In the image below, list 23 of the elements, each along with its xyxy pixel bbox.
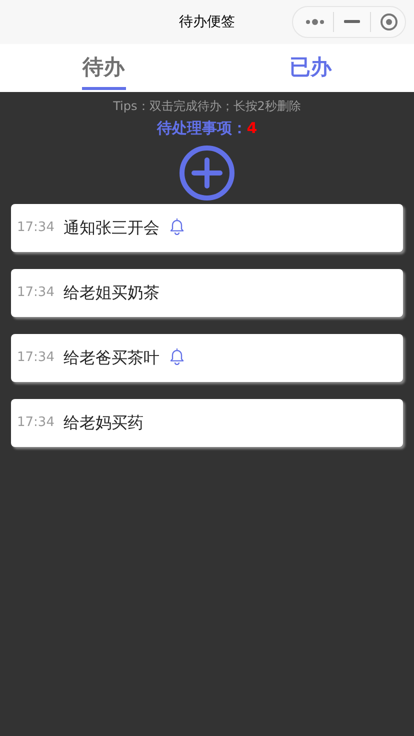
todo-card[interactable]: 17:34 给老爸买茶叶 [11, 334, 403, 382]
todo-card[interactable]: 17:34 给老妈买药 [11, 398, 403, 446]
tips-text: Tips：双击完成待办；长按2秒删除 [113, 98, 301, 115]
todo-text: 给老姐买奶茶 [63, 282, 160, 304]
todo-card[interactable]: 17:34 通知张三开会 [11, 204, 403, 252]
window-title: 待办便签 [179, 12, 235, 32]
tab[interactable]: 待办 [0, 44, 207, 92]
todo-time: 17:34 [17, 348, 54, 367]
minimize-icon[interactable] [344, 20, 360, 24]
todo-time: 17:34 [17, 218, 54, 237]
more-icon[interactable] [305, 19, 325, 25]
close-icon[interactable] [380, 13, 398, 31]
pending-count: 4 [246, 118, 258, 139]
capsule-menu[interactable] [292, 6, 406, 38]
todo-text: 通知张三开会 [63, 216, 160, 238]
todo-card[interactable]: 17:34 给老姐买奶茶 [11, 268, 403, 316]
todo-text: 给老爸买茶叶 [63, 346, 160, 368]
pending-label: 待处理事项： [156, 118, 247, 139]
todo-time: 17:34 [17, 414, 54, 432]
add-button[interactable] [179, 144, 235, 200]
todo-text: 给老妈买药 [63, 412, 144, 434]
tab[interactable]: 已办 [207, 44, 414, 92]
todo-time: 17:34 [17, 284, 54, 302]
